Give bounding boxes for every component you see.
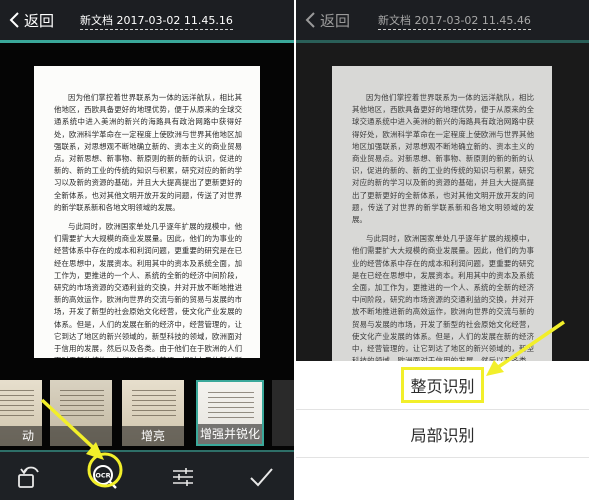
page-paragraph: 因为他们掌控着世界联系为一体的远洋航队，相比其他地区，西欧具备更好的地理优势，便… xyxy=(54,93,242,212)
full-page-ocr-option[interactable]: 整页识别 xyxy=(296,361,589,409)
document-title: 新文档 2017-03-02 11.45.46 xyxy=(378,12,531,30)
left-screen: 返回 新文档 2017-03-02 11.45.16 因为他们掌控着世界联系为一… xyxy=(0,0,294,500)
filter-thumb[interactable] xyxy=(50,380,112,446)
right-screen: 返回 新文档 2017-03-02 11.45.46 因为他们掌控着世界联系为一… xyxy=(296,0,589,500)
filter-thumb[interactable]: 动 xyxy=(0,380,42,446)
rotate-icon xyxy=(18,466,39,488)
ocr-options-sheet: 整页识别 局部识别 xyxy=(296,361,589,500)
ocr-text: OCR xyxy=(95,472,110,480)
top-bar: 返回 新文档 2017-03-02 11.45.16 xyxy=(0,0,294,40)
adjust-button[interactable] xyxy=(166,460,200,494)
bottom-toolbar: OCR xyxy=(0,450,294,500)
filter-label: 增强并锐化 xyxy=(198,424,262,444)
document-title[interactable]: 新文档 2017-03-02 11.45.16 xyxy=(80,12,233,30)
partial-ocr-option[interactable]: 局部识别 xyxy=(296,409,589,457)
back-button[interactable]: 返回 xyxy=(8,6,54,34)
back-label: 返回 xyxy=(24,11,55,30)
filter-thumb-selected[interactable]: 增强并锐化 xyxy=(196,380,264,446)
thumb-preview xyxy=(60,390,104,420)
page-paragraph: 因为他们掌控着世界联系为一体的远洋航队，相比其他地区，西欧具备更好的地理优势，便… xyxy=(352,93,534,225)
chevron-left-icon xyxy=(9,12,19,28)
scanned-page: 因为他们掌控着世界联系为一体的远洋航队，相比其他地区，西欧具备更好的地理优势，便… xyxy=(34,66,260,358)
page-paragraph: 与此同时，欧洲国家单处几乎逐年扩展的规模中，他们需要扩大大规模的商业发展量。因此… xyxy=(54,222,242,358)
divider xyxy=(296,457,589,458)
filter-label: 增亮 xyxy=(122,426,184,446)
filter-thumb[interactable]: 增亮 xyxy=(122,380,184,446)
filter-label: 动 xyxy=(0,426,42,446)
thumb-preview xyxy=(208,392,254,422)
page-paragraph: 与此同时，欧洲国家单处几乎逐年扩展的规模中，他们需要扩大大规模的商业发展量。因此… xyxy=(352,234,534,365)
filter-label xyxy=(50,426,112,446)
filter-strip: 动 增亮 增强并锐化 xyxy=(0,380,294,450)
back-label: 返回 xyxy=(320,11,351,30)
chevron-left-icon xyxy=(305,12,315,28)
adjust-sliders-icon xyxy=(173,468,193,486)
rotate-button[interactable] xyxy=(12,460,46,494)
checkmark-icon xyxy=(250,468,273,487)
back-button[interactable]: 返回 xyxy=(304,6,350,34)
top-bar: 返回 新文档 2017-03-02 11.45.46 xyxy=(296,0,589,40)
filter-thumb[interactable] xyxy=(272,380,294,446)
option-label: 整页识别 xyxy=(401,367,484,403)
thumb-preview xyxy=(0,390,34,420)
ocr-magnifier-icon: OCR xyxy=(93,465,117,489)
thumb-preview xyxy=(132,390,176,420)
confirm-button[interactable] xyxy=(244,460,278,494)
ocr-button[interactable]: OCR xyxy=(88,460,122,494)
option-label: 局部识别 xyxy=(410,425,475,445)
scanned-page-dimmed: 因为他们掌控着世界联系为一体的远洋航队，相比其他地区，西欧具备更好的地理优势，便… xyxy=(332,66,552,368)
